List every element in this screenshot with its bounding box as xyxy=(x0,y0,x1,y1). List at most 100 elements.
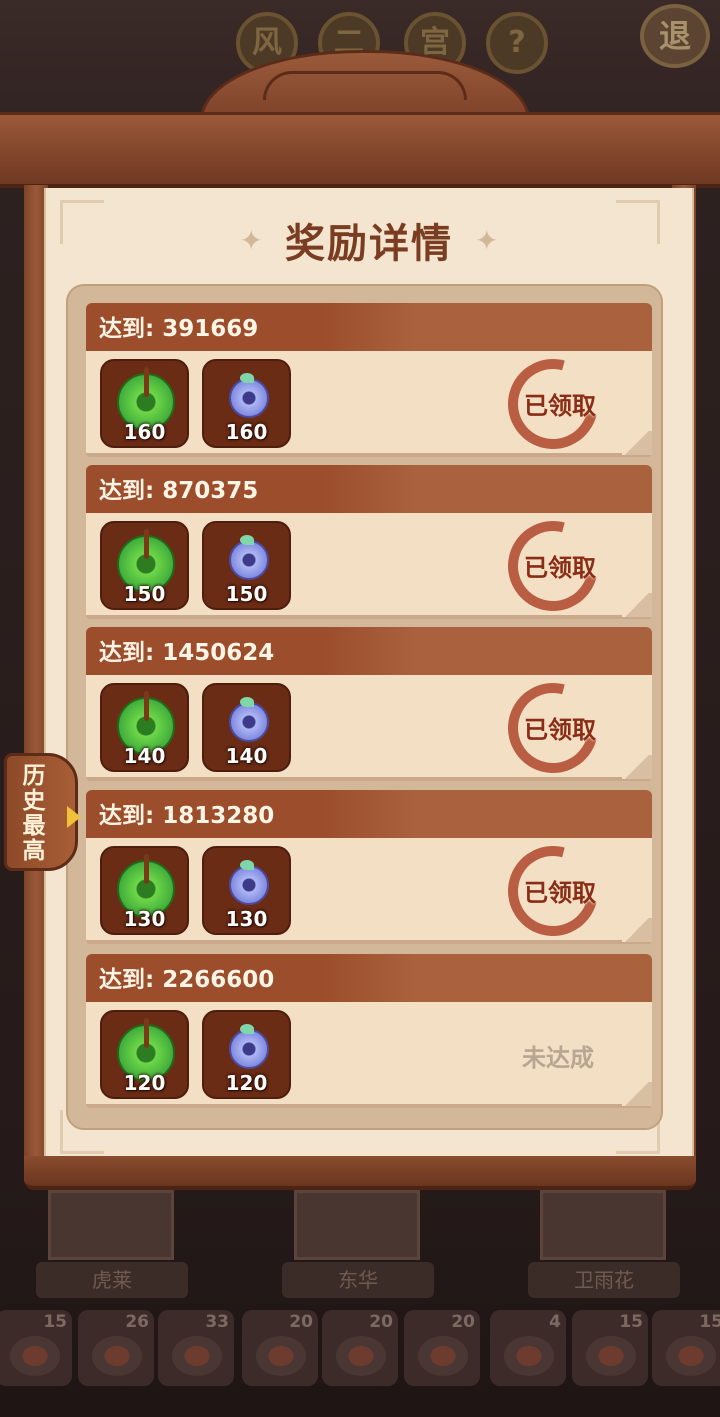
item-quantity: 120 xyxy=(123,1071,166,1095)
dish-slot[interactable]: 26 xyxy=(78,1310,154,1386)
reward-card-header: 达到: 870375 xyxy=(86,465,652,513)
reward-card-header: 达到: 391669 xyxy=(86,303,652,351)
help-button[interactable]: ? xyxy=(486,12,548,74)
item-quantity: 140 xyxy=(225,744,268,768)
item-quantity: 130 xyxy=(123,907,166,931)
reward-card-header: 达到: 1450624 xyxy=(86,627,652,675)
flower-ornament-icon: ✦ xyxy=(475,223,499,257)
jade-rope xyxy=(144,529,149,559)
history-highest-label: 历史最高 xyxy=(22,763,46,864)
dish-icon xyxy=(586,1336,636,1376)
reward-card: 达到: 391669 160 160 已领取 xyxy=(86,303,652,466)
reward-card-header: 达到: 1813280 xyxy=(86,790,652,838)
reward-card: 达到: 2266600 120 120 未达成 xyxy=(86,954,652,1108)
character-card-1[interactable] xyxy=(48,1190,174,1260)
reward-item-coin[interactable]: 120 xyxy=(202,1010,291,1099)
reward-threshold: 达到: 391669 xyxy=(99,316,259,342)
dish-slot[interactable]: 15 xyxy=(0,1310,72,1386)
reward-item-jade[interactable]: 120 xyxy=(100,1010,189,1099)
dish-count: 20 xyxy=(289,1312,313,1332)
item-quantity: 120 xyxy=(225,1071,268,1095)
page-fold xyxy=(622,918,652,942)
reward-threshold: 达到: 1450624 xyxy=(99,640,275,666)
reward-item-jade[interactable]: 160 xyxy=(100,359,189,448)
reward-status: 已领取 xyxy=(524,716,596,744)
item-quantity: 140 xyxy=(123,744,166,768)
dish-icon xyxy=(336,1336,386,1376)
exit-button[interactable]: 退 xyxy=(640,4,710,68)
dish-count: 15 xyxy=(619,1312,643,1332)
character-name-3: 卫雨花 xyxy=(528,1262,680,1298)
flower-ornament-icon: ✦ xyxy=(239,223,263,257)
reward-status: 已领取 xyxy=(524,392,596,420)
reward-item-jade[interactable]: 130 xyxy=(100,846,189,935)
character-name-1: 虎莱 xyxy=(36,1262,188,1298)
history-highest-tab[interactable]: 历史最高 xyxy=(4,753,81,871)
character-card-3[interactable] xyxy=(540,1190,666,1260)
dish-icon xyxy=(10,1336,60,1376)
reward-threshold: 达到: 870375 xyxy=(99,478,259,504)
coin-icon xyxy=(229,865,269,905)
page-fold xyxy=(622,755,652,779)
dish-count: 33 xyxy=(205,1312,229,1332)
reward-item-coin[interactable]: 140 xyxy=(202,683,291,772)
dish-count: 15 xyxy=(43,1312,67,1332)
dish-count: 20 xyxy=(451,1312,475,1332)
reward-card: 达到: 1813280 130 130 已领取 xyxy=(86,790,652,953)
reward-threshold: 达到: 1813280 xyxy=(99,803,275,829)
dish-count: 4 xyxy=(549,1312,561,1332)
frame-top-beam xyxy=(0,112,720,188)
page-fold xyxy=(622,431,652,455)
dish-slot[interactable]: 15 xyxy=(572,1310,648,1386)
dish-slot[interactable]: 20 xyxy=(322,1310,398,1386)
reward-status: 已领取 xyxy=(524,879,596,907)
dish-slot[interactable]: 33 xyxy=(158,1310,234,1386)
reward-item-coin[interactable]: 130 xyxy=(202,846,291,935)
dialog-header: ✦ 奖励详情 ✦ xyxy=(44,208,694,272)
arrow-right-icon xyxy=(67,806,81,828)
reward-item-jade[interactable]: 150 xyxy=(100,521,189,610)
jade-rope xyxy=(144,691,149,721)
reward-card-body: 150 150 已领取 xyxy=(86,504,652,628)
reward-card-body: 140 140 已领取 xyxy=(86,666,652,790)
reward-card-body: 160 160 已领取 xyxy=(86,342,652,466)
dish-icon xyxy=(256,1336,306,1376)
dish-icon xyxy=(666,1336,716,1376)
dish-slot[interactable]: 4 xyxy=(490,1310,566,1386)
item-quantity: 150 xyxy=(123,582,166,606)
reward-card-body: 130 130 已领取 xyxy=(86,829,652,953)
dish-icon xyxy=(418,1336,468,1376)
coin-icon xyxy=(229,1029,269,1069)
dish-count: 26 xyxy=(125,1312,149,1332)
reward-card-header: 达到: 2266600 xyxy=(86,954,652,1002)
reward-threshold: 达到: 2266600 xyxy=(99,967,275,993)
jade-rope xyxy=(144,367,149,397)
coin-icon xyxy=(229,702,269,742)
frame-bottom-beam xyxy=(24,1156,696,1190)
item-quantity: 160 xyxy=(225,420,268,444)
reward-card: 达到: 1450624 140 140 已领取 xyxy=(86,627,652,790)
reward-status: 已领取 xyxy=(524,554,596,582)
character-card-2[interactable] xyxy=(294,1190,420,1260)
reward-card-body: 120 120 未达成 xyxy=(86,1002,652,1108)
coin-leaf xyxy=(240,860,254,870)
dish-slot[interactable]: 20 xyxy=(404,1310,480,1386)
coin-leaf xyxy=(240,535,254,545)
dish-slot[interactable]: 20 xyxy=(242,1310,318,1386)
character-name-2: 东华 xyxy=(282,1262,434,1298)
jade-rope xyxy=(144,1018,149,1048)
item-quantity: 130 xyxy=(225,907,268,931)
reward-item-jade[interactable]: 140 xyxy=(100,683,189,772)
item-quantity: 160 xyxy=(123,420,166,444)
reward-item-coin[interactable]: 160 xyxy=(202,359,291,448)
page-fold xyxy=(622,1082,652,1106)
page-fold xyxy=(622,593,652,617)
jade-rope xyxy=(144,854,149,884)
item-quantity: 150 xyxy=(225,582,268,606)
coin-leaf xyxy=(240,1024,254,1034)
coin-icon xyxy=(229,378,269,418)
dish-slot[interactable]: 15 xyxy=(652,1310,720,1386)
reward-item-coin[interactable]: 150 xyxy=(202,521,291,610)
coin-leaf xyxy=(240,373,254,383)
coin-icon xyxy=(229,540,269,580)
